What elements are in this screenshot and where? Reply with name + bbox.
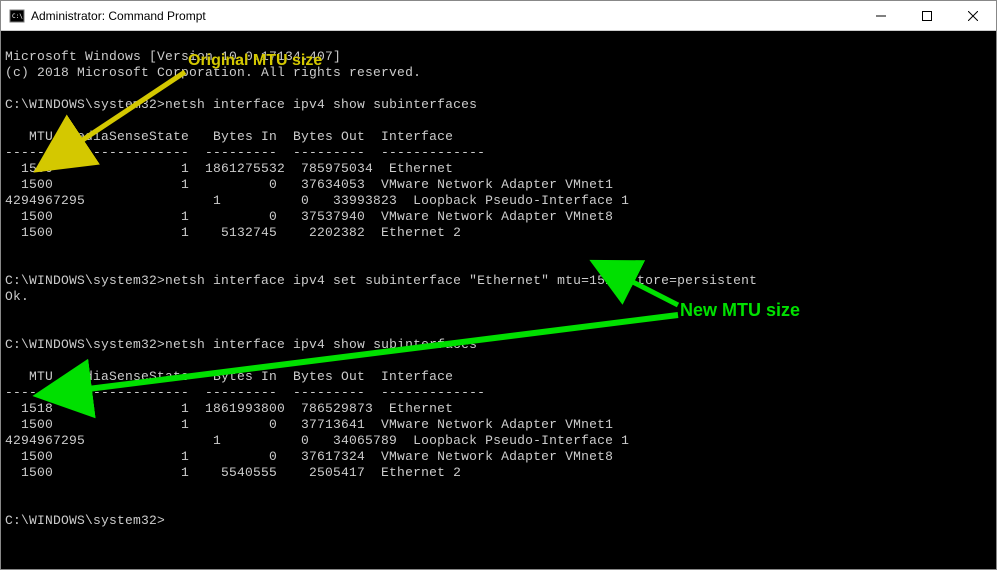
svg-text:C:\: C:\ (12, 13, 23, 20)
table-row: 1500 1 5540555 2505417 Ethernet 2 (5, 465, 461, 480)
prompt: C:\WINDOWS\system32> (5, 337, 165, 352)
table-row: 1500 1 0 37634053 VMware Network Adapter… (5, 177, 613, 192)
maximize-button[interactable] (904, 1, 950, 30)
window-controls (858, 1, 996, 30)
command: netsh interface ipv4 show subinterfaces (165, 337, 477, 352)
result: Ok. (5, 289, 29, 304)
prompt: C:\WINDOWS\system32> (5, 273, 165, 288)
table-row: 1500 1 5132745 2202382 Ethernet 2 (5, 225, 461, 240)
terminal-line: Microsoft Windows [Version 10.0.17134.40… (5, 49, 341, 64)
prompt: C:\WINDOWS\system32> (5, 97, 165, 112)
minimize-button[interactable] (858, 1, 904, 30)
terminal-body[interactable]: Microsoft Windows [Version 10.0.17134.40… (1, 31, 996, 569)
terminal-line: (c) 2018 Microsoft Corporation. All righ… (5, 65, 421, 80)
command-prompt-window: C:\ Administrator: Command Prompt Micros… (0, 0, 997, 570)
table-row: 4294967295 1 0 33993823 Loopback Pseudo-… (5, 193, 629, 208)
table-header: MTU MediaSenseState Bytes In Bytes Out I… (5, 369, 453, 384)
window-title: Administrator: Command Prompt (31, 9, 858, 23)
titlebar[interactable]: C:\ Administrator: Command Prompt (1, 1, 996, 31)
table-divider: ------ --------------- --------- -------… (5, 385, 485, 400)
cmd-icon: C:\ (9, 8, 25, 24)
table-row: 1500 1 1861275532 785975034 Ethernet (5, 161, 453, 176)
table-row: 1518 1 1861993800 786529873 Ethernet (5, 401, 453, 416)
prompt: C:\WINDOWS\system32> (5, 513, 165, 528)
table-divider: ------ --------------- --------- -------… (5, 145, 485, 160)
command: netsh interface ipv4 set subinterface "E… (165, 273, 757, 288)
close-button[interactable] (950, 1, 996, 30)
command: netsh interface ipv4 show subinterfaces (165, 97, 477, 112)
table-header: MTU MediaSenseState Bytes In Bytes Out I… (5, 129, 453, 144)
table-row: 4294967295 1 0 34065789 Loopback Pseudo-… (5, 433, 629, 448)
table-row: 1500 1 0 37537940 VMware Network Adapter… (5, 209, 613, 224)
table-row: 1500 1 0 37713641 VMware Network Adapter… (5, 417, 613, 432)
table-row: 1500 1 0 37617324 VMware Network Adapter… (5, 449, 613, 464)
